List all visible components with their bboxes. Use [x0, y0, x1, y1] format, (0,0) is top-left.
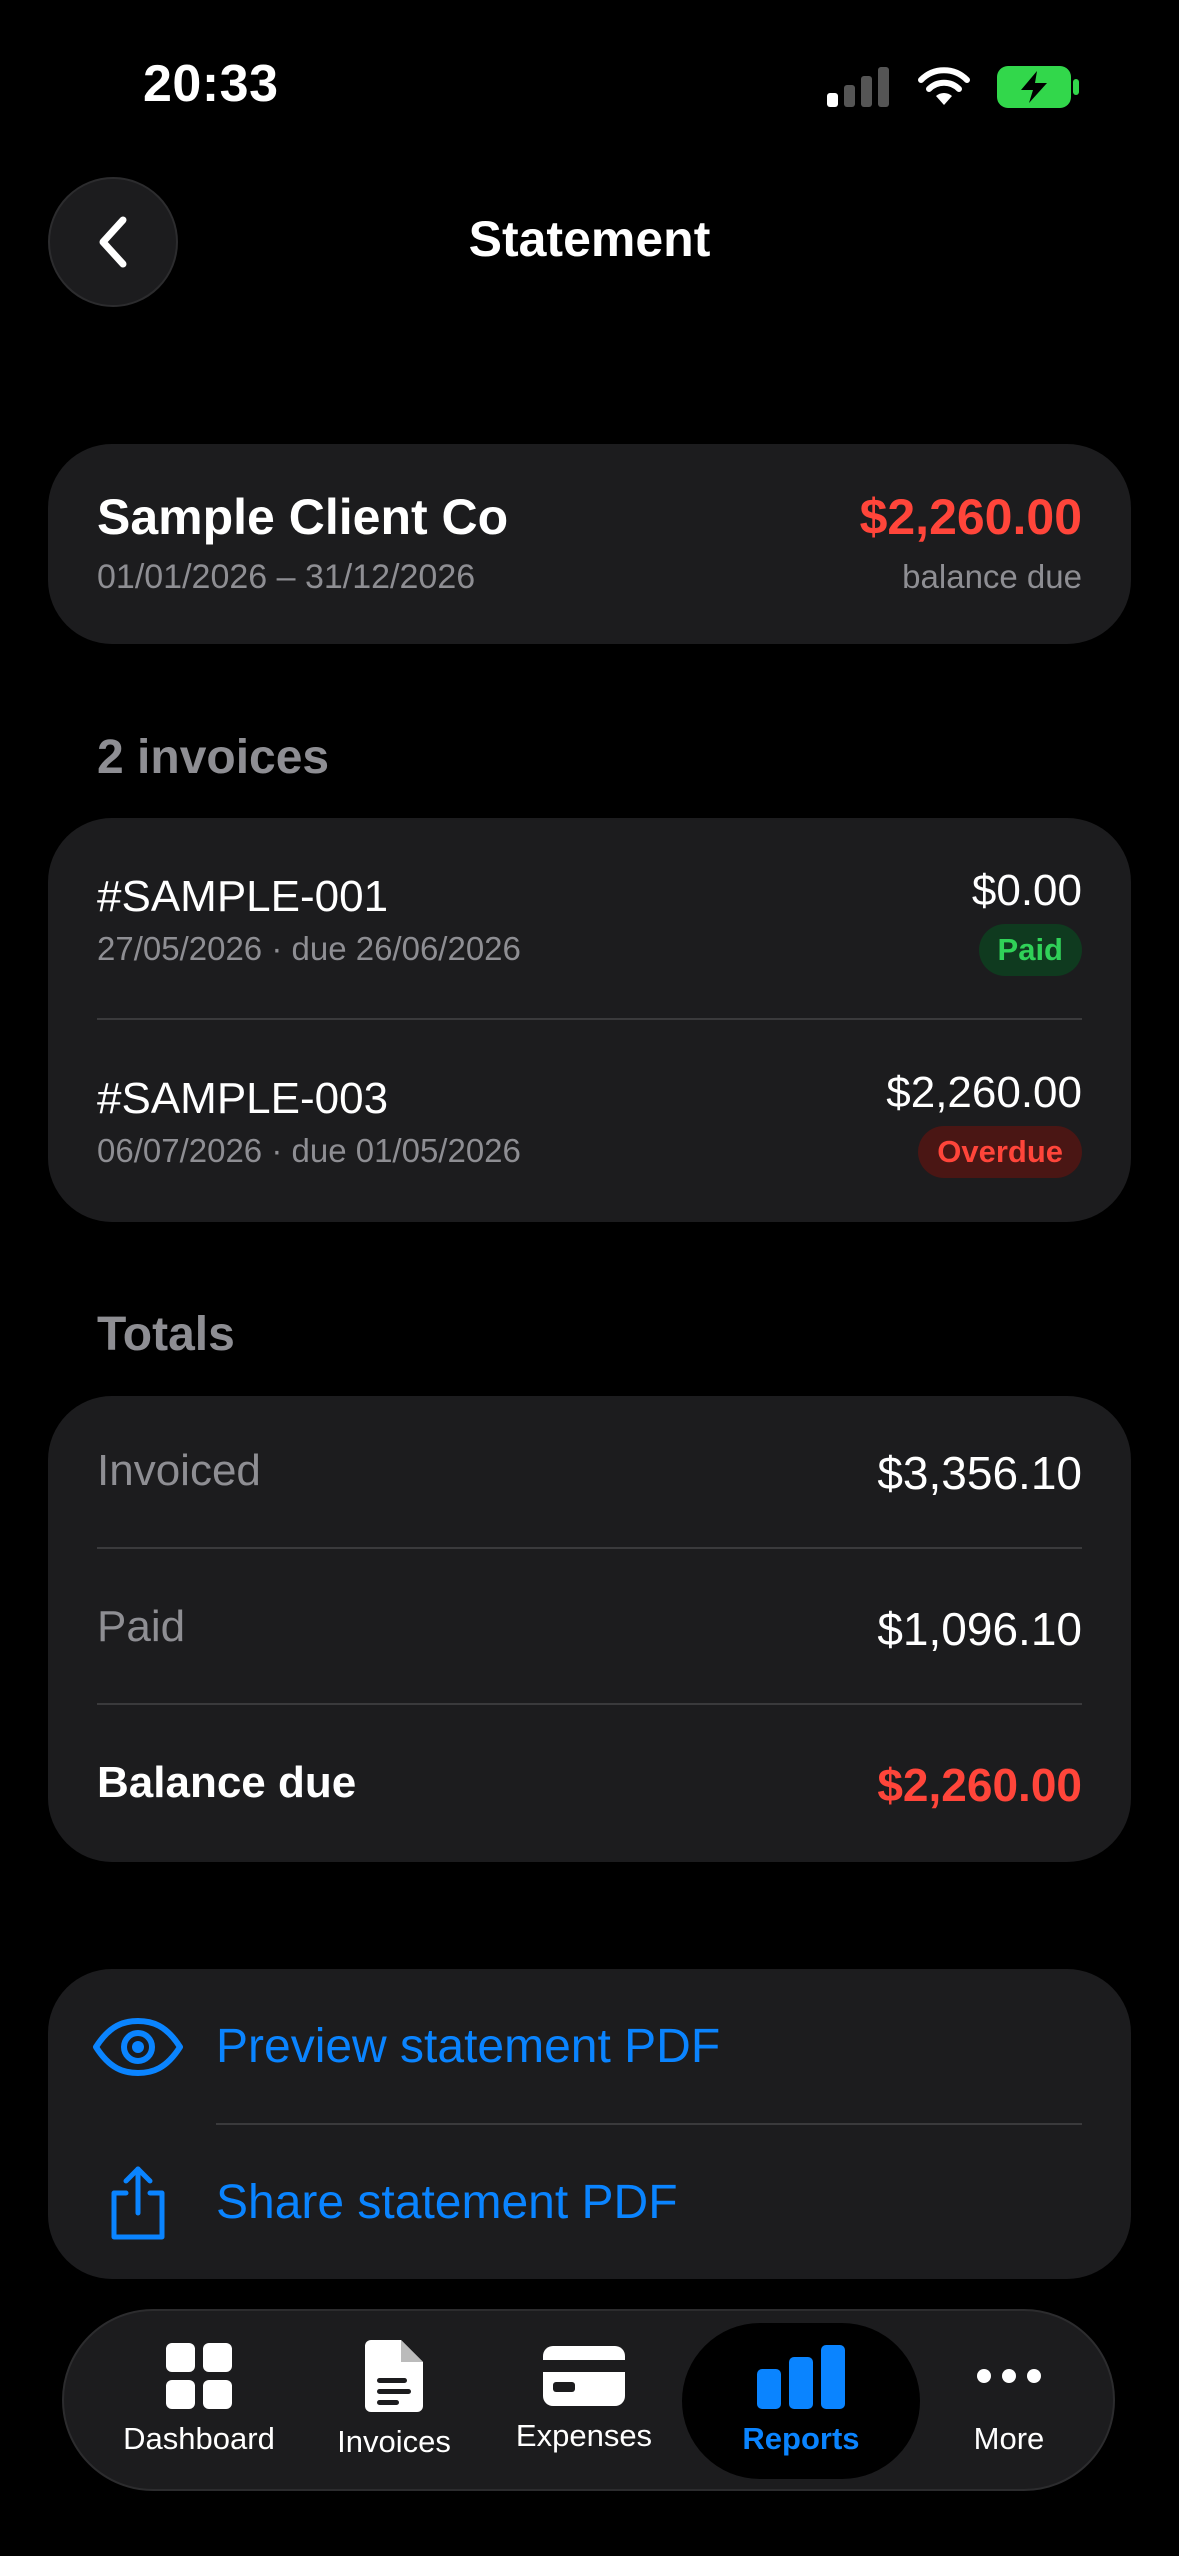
page-title: Statement [468, 211, 711, 267]
grid-icon [166, 2343, 232, 2409]
status-time: 20:33 [143, 55, 279, 113]
invoice-dates: 06/07/2026 · due 01/05/2026 [97, 1132, 521, 1169]
totals-row-invoiced: Invoiced $3,356.10 [48, 1396, 1131, 1551]
status-badge: Overdue [918, 1126, 1082, 1178]
signal-icon [827, 67, 889, 107]
ellipsis-icon [977, 2369, 1041, 2383]
preview-pdf-label: Preview statement PDF [216, 2020, 721, 2073]
invoices-section-title: 2 invoices [97, 731, 330, 784]
tab-more[interactable]: More [934, 2311, 1084, 2489]
card-icon [543, 2346, 625, 2406]
tab-label: Invoices [337, 2424, 451, 2459]
client-name: Sample Client Co [97, 489, 509, 545]
invoice-number: #SAMPLE-003 [97, 1074, 389, 1123]
totals-value: $3,356.10 [877, 1447, 1082, 1499]
statement-period: 01/01/2026 – 31/12/2026 [97, 558, 476, 596]
wifi-icon [918, 67, 970, 105]
status-badge: Paid [978, 924, 1082, 976]
totals-value: $2,260.00 [877, 1759, 1082, 1811]
totals-row-paid: Paid $1,096.10 [48, 1552, 1131, 1707]
totals-section-title: Totals [97, 1308, 235, 1361]
totals-value: $1,096.10 [877, 1603, 1082, 1655]
preview-pdf-button[interactable]: Preview statement PDF [48, 1969, 1131, 2124]
tab-expenses[interactable]: Expenses [494, 2311, 674, 2489]
status-icons [827, 66, 1079, 108]
share-icon [88, 2153, 188, 2253]
share-pdf-button[interactable]: Share statement PDF [48, 2125, 1131, 2280]
tab-label: Dashboard [123, 2421, 275, 2456]
divider [97, 1703, 1082, 1705]
divider [97, 1547, 1082, 1549]
invoice-dates: 27/05/2026 · due 26/06/2026 [97, 930, 521, 967]
client-balance-label: balance due [902, 558, 1082, 595]
invoices-list: #SAMPLE-001 27/05/2026 · due 26/06/2026 … [48, 818, 1131, 1222]
pdf-actions-card: Preview statement PDF Share statement PD… [48, 1969, 1131, 2279]
totals-row-balance: Balance due $2,260.00 [48, 1708, 1131, 1863]
tab-bar: Dashboard Invoices Expenses Reports More [62, 2309, 1115, 2491]
client-balance: $2,260.00 [859, 489, 1082, 545]
invoice-number: #SAMPLE-001 [97, 872, 389, 921]
tab-dashboard[interactable]: Dashboard [104, 2311, 294, 2489]
totals-card: Invoiced $3,356.10 Paid $1,096.10 Balanc… [48, 1396, 1131, 1862]
invoice-row[interactable]: #SAMPLE-001 27/05/2026 · due 26/06/2026 … [48, 818, 1131, 1018]
totals-label: Invoiced [97, 1446, 261, 1495]
eye-icon [88, 1997, 188, 2097]
tab-label: Expenses [515, 2418, 653, 2453]
invoice-amount: $2,260.00 [886, 1068, 1082, 1117]
document-icon [365, 2340, 423, 2412]
client-summary-card: Sample Client Co 01/01/2026 – 31/12/2026… [48, 444, 1131, 644]
invoice-amount: $0.00 [971, 866, 1082, 915]
tab-label: Reports [742, 2421, 860, 2456]
totals-label: Paid [97, 1602, 186, 1651]
invoice-row[interactable]: #SAMPLE-003 06/07/2026 · due 01/05/2026 … [48, 1020, 1131, 1220]
tab-reports[interactable]: Reports [682, 2323, 920, 2479]
totals-label: Balance due [97, 1758, 357, 1807]
tab-label: More [973, 2421, 1045, 2456]
battery-charging-icon [997, 66, 1079, 108]
bar-chart-icon [757, 2345, 845, 2409]
share-pdf-label: Share statement PDF [216, 2176, 678, 2229]
tab-invoices[interactable]: Invoices [314, 2311, 474, 2489]
